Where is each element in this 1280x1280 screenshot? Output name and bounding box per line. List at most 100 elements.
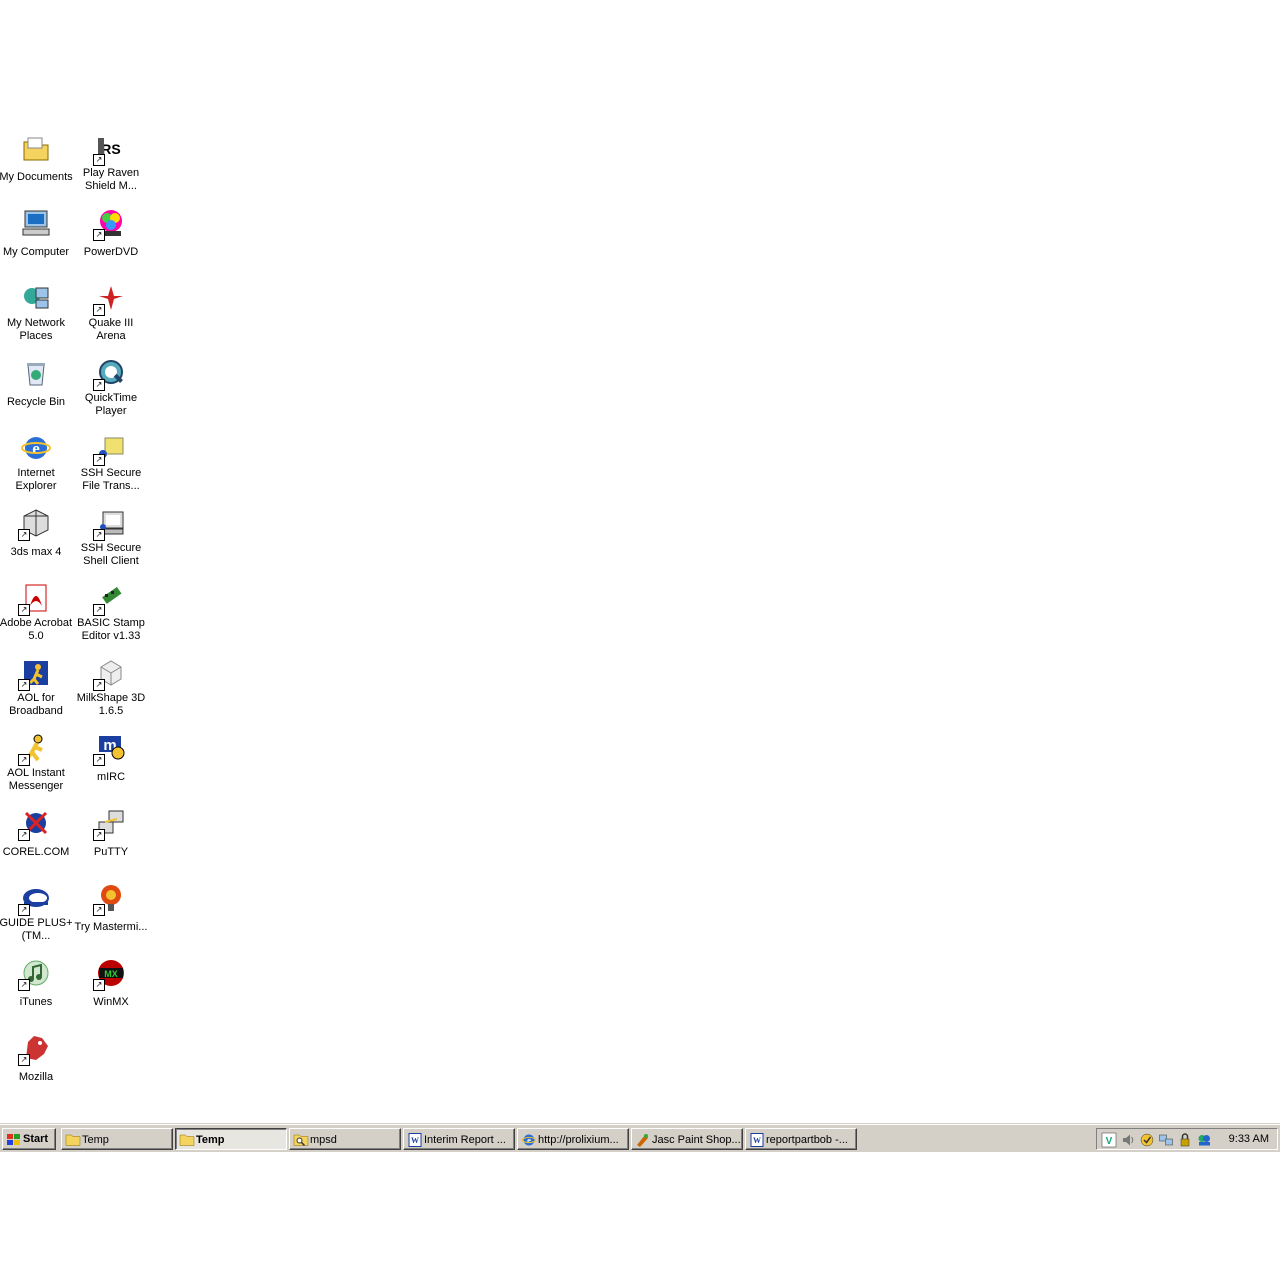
clock[interactable]: 9:33 AM: [1229, 1129, 1269, 1149]
desktop-icon[interactable]: MX ↗ WinMX: [73, 953, 149, 1010]
taskbar: Start Temp Temp mpsd W Interim Report ... e ht…: [0, 1124, 1280, 1152]
taskbar-button[interactable]: Temp: [61, 1128, 173, 1150]
shortcut-arrow-icon: ↗: [18, 604, 30, 616]
taskbar-button-label: reportpartbob -...: [766, 1134, 848, 1146]
taskbar-button-label: Temp: [196, 1134, 225, 1146]
desktop-icon[interactable]: ↗ AOL Instant Messenger: [0, 728, 74, 794]
desktop-icon-label: BASIC Stamp Editor v1.33: [73, 617, 149, 643]
taskbar-button[interactable]: Temp: [175, 1128, 287, 1150]
desktop-icon-label: MilkShape 3D 1.6.5: [73, 692, 149, 718]
volume-icon[interactable]: [1120, 1132, 1136, 1148]
acrobat-icon: ↗: [18, 582, 52, 616]
shortcut-arrow-icon: ↗: [18, 829, 30, 841]
putty-icon: ↗: [93, 807, 127, 841]
search-folder-icon: [293, 1132, 309, 1148]
messenger-icon[interactable]: [1196, 1132, 1212, 1148]
taskbar-button-label: mpsd: [310, 1134, 337, 1146]
desktop-icon-label: GUIDE PLUS+(TM...: [0, 917, 74, 943]
aol-broadband-icon: ↗: [18, 657, 52, 691]
taskbar-button[interactable]: e http://prolixium...: [517, 1128, 629, 1150]
desktop-icon[interactable]: ↗ Quake III Arena: [73, 278, 149, 344]
my-documents-icon: [20, 132, 52, 164]
desktop-icon[interactable]: My Network Places: [0, 278, 74, 344]
desktop-icon[interactable]: ↗ PowerDVD: [73, 203, 149, 260]
desktop-icon[interactable]: ↗ PuTTY: [73, 803, 149, 860]
aim-icon: ↗: [18, 732, 52, 766]
desktop-icon-label: AOL Instant Messenger: [0, 767, 74, 793]
desktop-icon[interactable]: My Documents: [0, 128, 74, 185]
desktop-icon[interactable]: ↗ SSH Secure Shell Client: [73, 503, 149, 569]
desktop-icon[interactable]: ↗ Mozilla: [0, 1028, 74, 1085]
mirc-icon: m ↗: [93, 732, 127, 766]
desktop-icon[interactable]: ↗ AOL for Broadband: [0, 653, 74, 719]
basic-stamp-icon: ↗: [93, 582, 127, 616]
desktop-icon[interactable]: My Computer: [0, 203, 74, 260]
corel-icon: ↗: [18, 807, 52, 841]
system-tray: V 9:33 AM: [1096, 1128, 1278, 1150]
shortcut-arrow-icon: ↗: [93, 904, 105, 916]
svg-text:V: V: [1106, 1136, 1113, 1147]
taskbar-button[interactable]: Wreportpartbob -...: [745, 1128, 857, 1150]
desktop-icon-label: Quake III Arena: [73, 317, 149, 343]
internet-explorer-icon: e: [521, 1132, 537, 1148]
folder-icon: [179, 1132, 195, 1148]
desktop-icon[interactable]: ↗ Adobe Acrobat 5.0: [0, 578, 74, 644]
shortcut-arrow-icon: ↗: [93, 379, 105, 391]
desktop-icon-label: WinMX: [92, 996, 130, 1009]
my-computer-icon: [20, 207, 52, 239]
start-button[interactable]: Start: [2, 1128, 56, 1150]
powerdvd-icon: ↗: [93, 207, 127, 241]
desktop-icon[interactable]: ↗ SSH Secure File Trans...: [73, 428, 149, 494]
vnc-icon[interactable]: V: [1101, 1132, 1117, 1148]
desktop-icon[interactable]: ↗ iTunes: [0, 953, 74, 1010]
paint-shop-icon: [635, 1132, 651, 1148]
recycle-bin-icon: [20, 357, 52, 389]
taskbar-button-label: Temp: [82, 1134, 109, 1146]
desktop: My Documents RS ↗ Play Raven Shield M... My …: [0, 128, 1280, 1152]
shortcut-arrow-icon: ↗: [18, 904, 30, 916]
svg-text:W: W: [411, 1136, 419, 1145]
desktop-icon[interactable]: ↗ COREL.COM: [0, 803, 74, 860]
shortcut-arrow-icon: ↗: [93, 679, 105, 691]
shortcut-arrow-icon: ↗: [18, 754, 30, 766]
security-icon[interactable]: [1177, 1132, 1193, 1148]
start-label: Start: [23, 1133, 49, 1145]
guide-plus-icon: ↗: [18, 882, 52, 916]
desktop-icon-label: QuickTime Player: [73, 392, 149, 418]
desktop-icon[interactable]: RS ↗ Play Raven Shield M...: [73, 128, 149, 194]
mozilla-icon: ↗: [18, 1032, 52, 1066]
desktop-icon[interactable]: ↗ GUIDE PLUS+(TM...: [0, 878, 74, 944]
desktop-icon[interactable]: ↗ Try Mastermi...: [73, 878, 149, 935]
shortcut-arrow-icon: ↗: [93, 154, 105, 166]
desktop-icon-label: COREL.COM: [1, 846, 71, 859]
desktop-icon[interactable]: Recycle Bin: [0, 353, 74, 410]
desktop-icon-label: Play Raven Shield M...: [73, 167, 149, 193]
shortcut-arrow-icon: ↗: [18, 1054, 30, 1066]
taskbar-button[interactable]: W Interim Report ...: [403, 1128, 515, 1150]
taskbar-button[interactable]: mpsd: [289, 1128, 401, 1150]
desktop-icon[interactable]: e Internet Explorer: [0, 428, 74, 494]
desktop-icon[interactable]: ↗ BASIC Stamp Editor v1.33: [73, 578, 149, 644]
desktop-icon-label: iTunes: [18, 996, 54, 1009]
svg-text:MX: MX: [104, 969, 118, 979]
desktop-icon[interactable]: ↗ QuickTime Player: [73, 353, 149, 419]
desktop-icon-label: 3ds max 4: [9, 546, 63, 559]
windows-logo-icon: [6, 1132, 22, 1148]
desktop-icon-label: Recycle Bin: [5, 396, 67, 409]
desktop-icon-label: My Documents: [0, 171, 74, 184]
network-icon[interactable]: [1158, 1132, 1174, 1148]
desktop-icon-label: PowerDVD: [82, 246, 140, 259]
desktop-icon-label: Adobe Acrobat 5.0: [0, 617, 74, 643]
norton-icon[interactable]: [1139, 1132, 1155, 1148]
desktop-icon[interactable]: ↗ MilkShape 3D 1.6.5: [73, 653, 149, 719]
desktop-icon-label: mIRC: [95, 771, 127, 784]
taskbar-button[interactable]: Jasc Paint Shop...: [631, 1128, 743, 1150]
desktop-icon-label: AOL for Broadband: [0, 692, 74, 718]
desktop-icon[interactable]: ↗ 3ds max 4: [0, 503, 74, 560]
milkshape-icon: ↗: [93, 657, 127, 691]
desktop-icon[interactable]: m ↗ mIRC: [73, 728, 149, 785]
shortcut-arrow-icon: ↗: [93, 979, 105, 991]
internet-explorer-icon: e: [20, 432, 52, 464]
shortcut-arrow-icon: ↗: [93, 304, 105, 316]
shortcut-arrow-icon: ↗: [93, 529, 105, 541]
